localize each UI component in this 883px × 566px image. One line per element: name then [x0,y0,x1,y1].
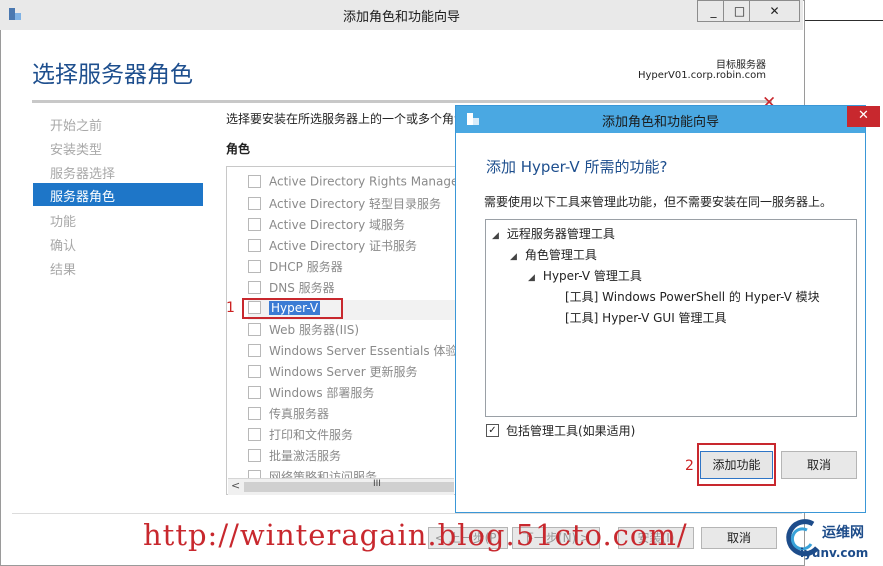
role-label: Web 服务器(IIS) [269,323,360,337]
sidebar-item-confirmation[interactable]: 确认 [50,235,76,254]
role-label: 传真服务器 [269,407,330,421]
roles-heading: 角色 [226,142,251,156]
tree-node-label: Hyper-V 管理工具 [542,269,642,283]
scroll-thumb[interactable] [244,482,454,492]
include-tools-checkbox[interactable]: ✓ [486,424,499,437]
role-item[interactable]: Active Directory Rights Management Servi… [248,174,544,194]
tree-node-label: [工具] Hyper-V GUI 管理工具 [565,311,727,325]
page-title: 选择服务器角色 [32,62,193,88]
role-checkbox[interactable] [248,470,261,478]
tree-node: [工具] Hyper-V GUI 管理工具 [565,309,727,326]
role-label: Windows Server 更新服务 [269,365,418,379]
role-item[interactable]: 传真服务器 [248,405,458,425]
scroll-grip-icon: III [373,479,381,489]
role-label: Windows 部署服务 [269,386,375,400]
annotation-box-hyper-v [242,298,343,319]
scroll-left-arrow-icon[interactable]: < [231,479,240,492]
role-checkbox[interactable] [248,281,261,294]
annotation-step-1: 1 [226,300,235,316]
tree-node-label: 远程服务器管理工具 [506,227,615,241]
role-label: Active Directory 轻型目录服务 [269,197,442,211]
role-checkbox[interactable] [248,323,261,336]
sidebar-item-installation-type[interactable]: 安装类型 [50,139,102,158]
role-label: Active Directory 证书服务 [269,239,418,253]
role-checkbox[interactable] [248,428,261,441]
sidebar-item-before-you-begin[interactable]: 开始之前 [50,115,102,134]
roles-horizontal-scrollbar[interactable]: < III [228,478,454,495]
background-divider [805,20,883,21]
destination-server-name: HyperV01.corp.robin.com [637,70,766,81]
role-label: DNS 服务器 [269,281,335,295]
watermark-url: http://winteragain.blog.51cto.com/ [143,518,688,552]
role-checkbox[interactable] [248,407,261,420]
role-checkbox[interactable] [248,344,261,357]
tree-node[interactable]: ◢ 远程服务器管理工具 [492,225,615,242]
role-label: Windows Server Essentials 体验 [269,344,458,358]
dialog-cancel-button[interactable]: 取消 [781,451,857,479]
role-checkbox[interactable] [248,175,261,188]
site-logo-text: 运维网 [822,525,864,541]
role-label: 网络策略和访问服务 [269,470,378,478]
site-logo-url: iyunv.com [800,546,869,560]
role-checkbox[interactable] [248,449,261,462]
title-divider [32,100,772,103]
dialog-description: 需要使用以下工具来管理此功能，但不需要安装在同一服务器上。 [484,195,833,209]
role-item[interactable]: Active Directory 域服务 [248,216,458,236]
role-item[interactable]: 打印和文件服务 [248,426,458,446]
tree-node[interactable]: ◢ Hyper-V 管理工具 [528,267,642,284]
include-tools-label: 包括管理工具(如果适用) [506,424,636,438]
expand-triangle-icon[interactable]: ◢ [492,231,499,241]
role-checkbox[interactable] [248,365,261,378]
expand-triangle-icon[interactable]: ◢ [528,273,535,283]
sidebar-item-features[interactable]: 功能 [50,211,76,230]
role-item[interactable]: Web 服务器(IIS) [248,321,458,341]
role-label: 批量激活服务 [269,449,342,463]
role-item[interactable]: Windows Server 更新服务 [248,363,458,383]
role-label: 打印和文件服务 [269,428,354,442]
role-checkbox[interactable] [248,197,261,210]
role-item[interactable]: Windows Server Essentials 体验 [248,342,458,362]
tree-node-label: [工具] Windows PowerShell 的 Hyper-V 模块 [565,290,820,304]
role-item[interactable]: DNS 服务器 [248,279,458,299]
cancel-button[interactable]: 取消 [701,527,777,549]
annotation-step-2: 2 [685,458,694,474]
dialog-title: 添加角色和功能向导 [601,115,719,130]
role-item[interactable]: Windows 部署服务 [248,384,458,404]
sidebar-item-server-selection[interactable]: 服务器选择 [50,163,115,182]
role-item[interactable]: Active Directory 轻型目录服务 [248,195,458,215]
include-tools-option[interactable]: ✓ 包括管理工具(如果适用) [486,422,635,439]
role-checkbox[interactable] [248,260,261,273]
role-item[interactable]: DHCP 服务器 [248,258,458,278]
role-checkbox[interactable] [248,239,261,252]
role-checkbox[interactable] [248,386,261,399]
role-item[interactable]: 批量激活服务 [248,447,458,467]
footer-divider [12,513,802,514]
sidebar-item-label: 服务器角色 [50,190,116,205]
tree-node[interactable]: ◢ 角色管理工具 [510,246,597,263]
dialog-heading: 添加 Hyper-V 所需的功能? [486,158,668,176]
role-item[interactable]: 网络策略和访问服务 [248,468,458,478]
dialog-close-button[interactable]: ✕ [847,106,880,127]
role-item[interactable]: Active Directory 证书服务 [248,237,458,257]
role-label: Active Directory 域服务 [269,218,406,232]
instruction-text: 选择要安装在所选服务器上的一个或多个角色。 [226,112,458,126]
sidebar-item-results[interactable]: 结果 [50,259,76,278]
tree-node-label: 角色管理工具 [524,248,597,262]
close-button[interactable]: ✕ [749,0,800,22]
destination-server-label: 目标服务器 [716,60,766,71]
add-features-button[interactable]: 添加功能 [700,451,773,479]
window-title: 添加角色和功能向导 [342,10,460,25]
expand-triangle-icon[interactable]: ◢ [510,252,517,262]
tree-node: [工具] Windows PowerShell 的 Hyper-V 模块 [565,288,820,305]
role-label: DHCP 服务器 [269,260,343,274]
role-checkbox[interactable] [248,218,261,231]
